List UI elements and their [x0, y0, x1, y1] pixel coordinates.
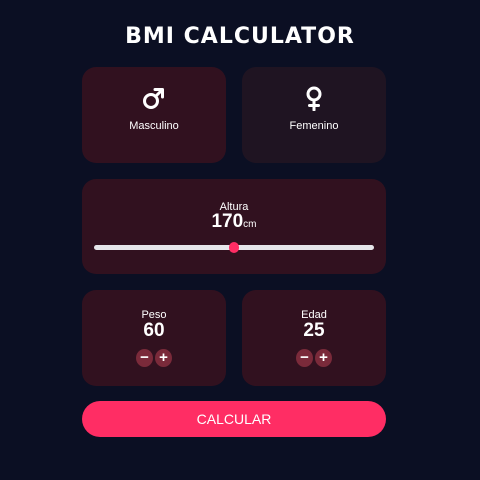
height-readout: 170cm [82, 211, 386, 236]
weight-stepper: − + [82, 349, 226, 367]
male-icon [141, 85, 167, 111]
age-stepper: − + [242, 349, 386, 367]
height-value: 170 [211, 211, 244, 232]
age-card: Edad 25 − + [242, 290, 386, 386]
height-unit: cm [243, 219, 257, 230]
weight-plus-button[interactable]: + [155, 349, 172, 367]
app-title: BMI CALCULATOR [125, 24, 355, 49]
weight-minus-button[interactable]: − [136, 349, 153, 367]
calculate-button[interactable]: CALCULAR [82, 401, 386, 437]
age-value: 25 [303, 320, 325, 341]
gender-label-male: Masculino [129, 120, 179, 132]
weight-value: 60 [143, 320, 165, 341]
weight-card: Peso 60 − + [82, 290, 226, 386]
female-icon [301, 85, 327, 111]
gender-label-female: Femenino [289, 120, 339, 132]
height-slider[interactable] [94, 242, 374, 253]
height-card: Altura 170cm [82, 179, 386, 274]
gender-card-female[interactable]: Femenino [242, 67, 386, 163]
age-minus-button[interactable]: − [296, 349, 313, 367]
height-slider-thumb[interactable] [229, 242, 239, 253]
gender-card-male[interactable]: Masculino [82, 67, 226, 163]
age-plus-button[interactable]: + [315, 349, 332, 367]
